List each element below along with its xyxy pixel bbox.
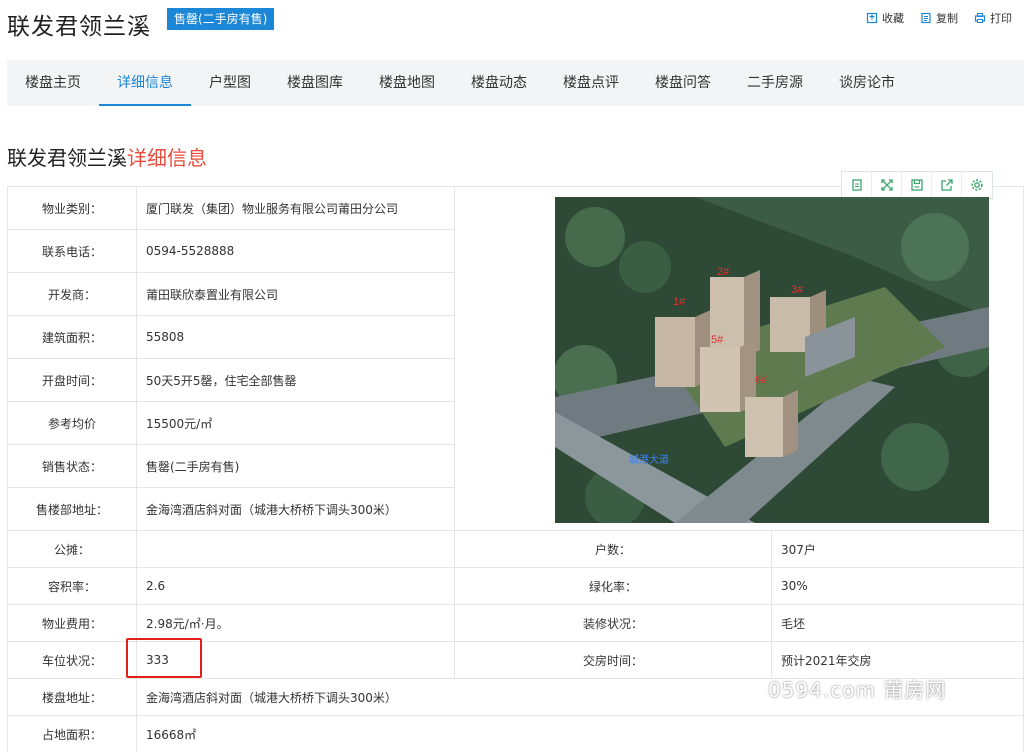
tab-details[interactable]: 详细信息 bbox=[99, 60, 191, 106]
save-icon[interactable] bbox=[902, 172, 932, 198]
row-label: 楼盘地址： bbox=[7, 678, 137, 716]
row-label: 开盘时间： bbox=[7, 358, 137, 402]
tab-forum[interactable]: 谈房论市 bbox=[821, 60, 913, 106]
row-value: 预计2021年交房 bbox=[771, 641, 1024, 679]
row-label: 物业费用： bbox=[7, 604, 137, 642]
clipboard-icon[interactable] bbox=[842, 172, 872, 198]
row-value: 55808 bbox=[136, 315, 455, 359]
copy-icon bbox=[921, 12, 931, 24]
tab-reviews[interactable]: 楼盘点评 bbox=[545, 60, 637, 106]
print-label: 打印 bbox=[990, 12, 1012, 25]
row-label: 绿化率： bbox=[454, 567, 772, 605]
row-label: 公摊： bbox=[7, 530, 137, 568]
share-icon[interactable] bbox=[932, 172, 962, 198]
row-label: 装修状况： bbox=[454, 604, 772, 642]
row-label: 容积率： bbox=[7, 567, 137, 605]
building-label: 2# bbox=[717, 266, 730, 278]
row-value: 50天5开5罄，住宅全部售罄 bbox=[136, 358, 455, 402]
expand-icon[interactable] bbox=[872, 172, 902, 198]
row-value: 15500元/㎡ bbox=[136, 401, 455, 445]
tab-map[interactable]: 楼盘地图 bbox=[361, 60, 453, 106]
tab-floor-plans[interactable]: 户型图 bbox=[191, 60, 269, 106]
row-value: 莆田联欣泰置业有限公司 bbox=[136, 272, 455, 316]
row-value: 厦门联发（集团）物业服务有限公司莆田分公司 bbox=[136, 186, 455, 230]
row-value: 售罄(二手房有售) bbox=[136, 444, 455, 488]
row-label: 建筑面积： bbox=[7, 315, 137, 359]
tab-gallery[interactable]: 楼盘图库 bbox=[269, 60, 361, 106]
section-title: 联发君领兰溪详细信息 bbox=[7, 142, 207, 171]
row-label: 联系电话： bbox=[7, 229, 137, 273]
table-row: 公摊： 户数： 307户 bbox=[7, 530, 1024, 568]
table-row: 物业费用： 2.98元/㎡·月。 装修状况： 毛坯 bbox=[7, 604, 1024, 642]
building-label: 5# bbox=[711, 334, 724, 346]
row-label: 物业类别： bbox=[7, 186, 137, 230]
row-value: 2.98元/㎡·月。 bbox=[136, 604, 455, 642]
tab-news[interactable]: 楼盘动态 bbox=[453, 60, 545, 106]
row-label: 参考均价 bbox=[7, 401, 137, 445]
row-value: 毛坯 bbox=[771, 604, 1024, 642]
tab-resale[interactable]: 二手房源 bbox=[729, 60, 821, 106]
copy-label: 复制 bbox=[936, 12, 958, 25]
status-badge: 售罄(二手房有售) bbox=[167, 8, 275, 30]
bookmark-button[interactable]: 收藏 bbox=[866, 10, 904, 26]
row-value: 0594-5528888 bbox=[136, 229, 455, 273]
aerial-rendering: 1# 2# 3# 5# 6# 城港大道 bbox=[555, 197, 989, 523]
tab-home[interactable]: 楼盘主页 bbox=[7, 60, 99, 106]
row-value: 307户 bbox=[771, 530, 1024, 568]
page-header: 联发君领兰溪 售罄(二手房有售) 收藏 复制 打印 bbox=[0, 0, 1024, 46]
watermark: 0594.com 莆房网 bbox=[768, 678, 947, 702]
copy-button[interactable]: 复制 bbox=[920, 10, 958, 26]
row-label: 交房时间： bbox=[454, 641, 772, 679]
row-value: 2.6 bbox=[136, 567, 455, 605]
highlight-box bbox=[126, 638, 202, 678]
table-row: 容积率： 2.6 绿化率： 30% bbox=[7, 567, 1024, 605]
row-label: 户数： bbox=[454, 530, 772, 568]
table-row: 物业类别： 厦门联发（集团）物业服务有限公司莆田分公司 1# 2# 3# 5# … bbox=[7, 171, 1024, 531]
header-actions: 收藏 复制 打印 bbox=[866, 10, 1012, 26]
row-label: 占地面积： bbox=[7, 715, 137, 752]
row-label: 开发商： bbox=[7, 272, 137, 316]
table-row: 占地面积： 16668㎡ bbox=[7, 715, 1024, 752]
row-value: 30% bbox=[771, 567, 1024, 605]
row-value: 金海湾酒店斜对面（城港大桥桥下调头300米） bbox=[136, 487, 455, 531]
gear-icon[interactable] bbox=[962, 172, 992, 198]
section-title-accent: 详细信息 bbox=[127, 146, 207, 170]
building-label: 3# bbox=[791, 284, 804, 296]
building-label: 1# bbox=[673, 296, 686, 308]
row-label: 车位状况： bbox=[7, 641, 137, 679]
row-value: 16668㎡ bbox=[136, 715, 1024, 752]
tab-bar: 楼盘主页 详细信息 户型图 楼盘图库 楼盘地图 楼盘动态 楼盘点评 楼盘问答 二… bbox=[7, 60, 1024, 106]
print-button[interactable]: 打印 bbox=[974, 10, 1012, 26]
bookmark-icon bbox=[866, 12, 878, 24]
row-label: 销售状态： bbox=[7, 444, 137, 488]
bookmark-label: 收藏 bbox=[882, 12, 904, 25]
row-label: 售楼部地址： bbox=[7, 487, 137, 531]
aerial-image-cell: 1# 2# 3# 5# 6# 城港大道 bbox=[454, 171, 1024, 531]
building-label: 6# bbox=[755, 374, 768, 386]
image-toolbar bbox=[841, 171, 993, 199]
page-title: 联发君领兰溪 bbox=[7, 14, 151, 40]
print-icon bbox=[974, 13, 986, 23]
row-value bbox=[136, 530, 455, 568]
tab-qa[interactable]: 楼盘问答 bbox=[637, 60, 729, 106]
road-label: 城港大道 bbox=[629, 453, 669, 466]
section-title-name: 联发君领兰溪 bbox=[7, 146, 127, 170]
